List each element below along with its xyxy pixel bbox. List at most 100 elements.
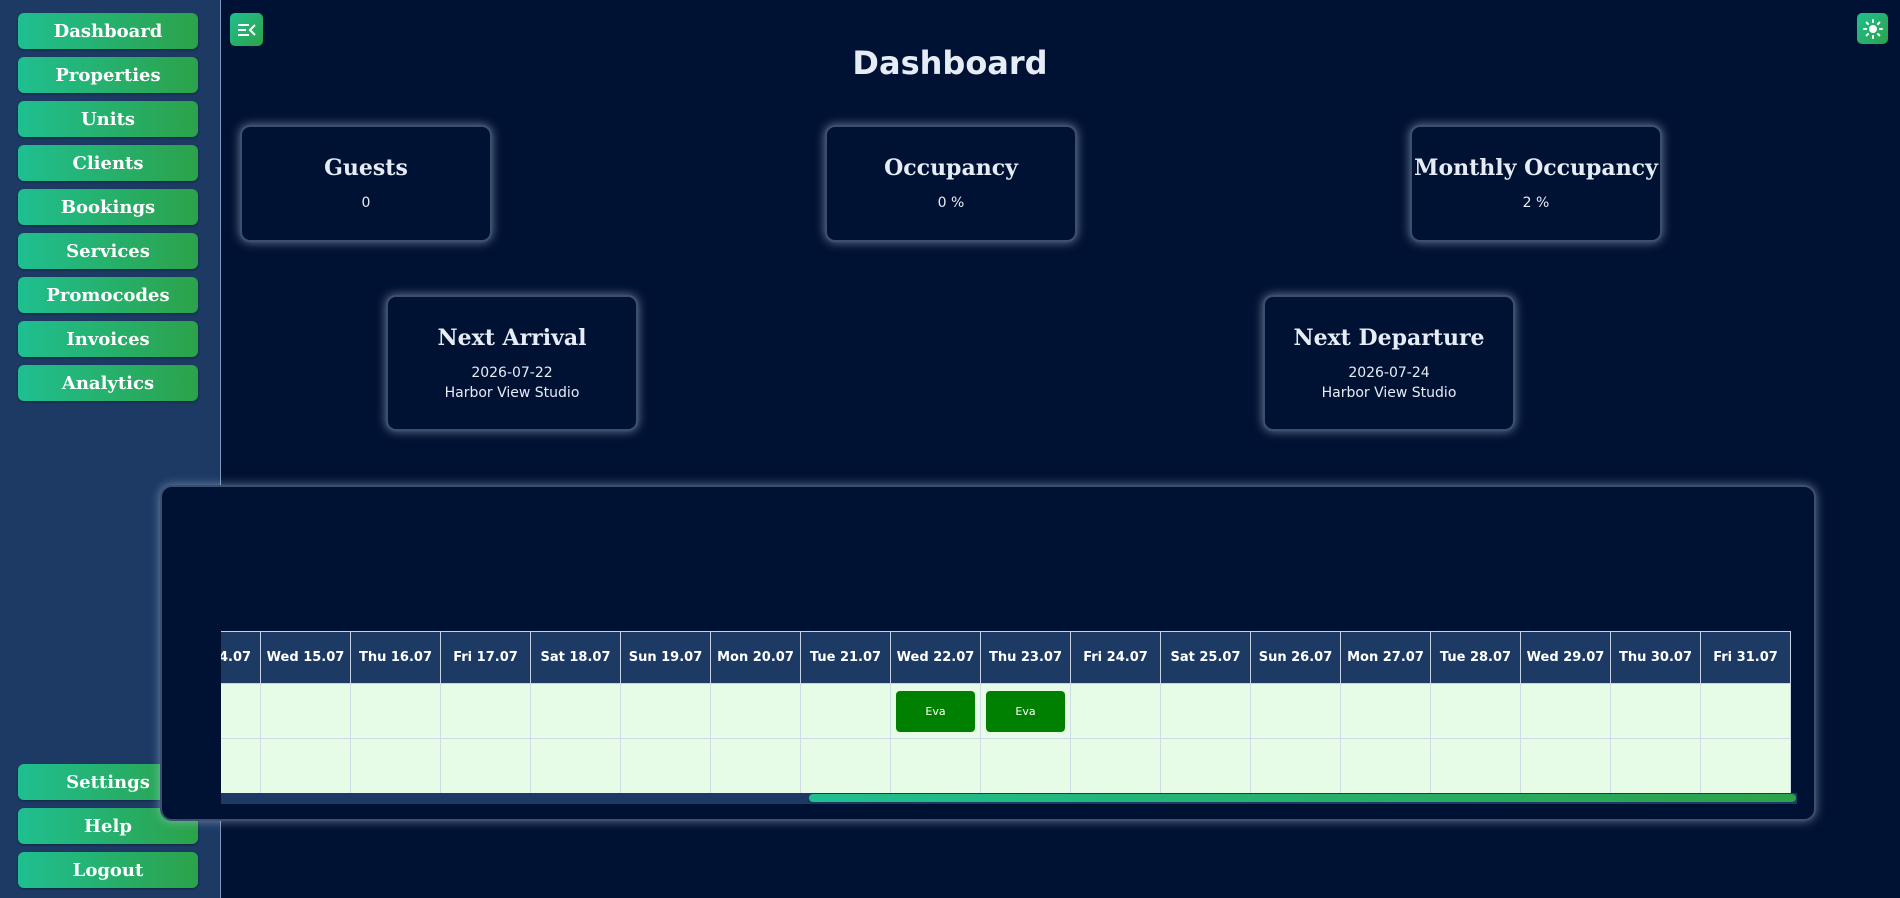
booking-block[interactable]: Eva xyxy=(896,691,975,732)
calendar-day-column: Fri 24.07 xyxy=(1071,631,1161,794)
calendar-cell[interactable]: Eva xyxy=(891,684,981,739)
next-departure-card: Next Departure 2026-07-24 Harbor View St… xyxy=(1263,295,1515,431)
sidebar-item-bookings[interactable]: Bookings xyxy=(18,189,198,225)
arrival-date: 2026-07-22 xyxy=(471,365,553,381)
calendar-cell[interactable] xyxy=(801,739,891,794)
calendar-day-header: Wed 29.07 xyxy=(1521,631,1611,684)
calendar-scrollbar[interactable] xyxy=(221,793,1797,804)
calendar-cell[interactable] xyxy=(1431,684,1521,739)
calendar-cell[interactable] xyxy=(1251,739,1341,794)
card-value: 0 xyxy=(361,195,371,211)
sidebar-item-logout[interactable]: Logout xyxy=(18,852,198,888)
sidebar-item-promocodes[interactable]: Promocodes xyxy=(18,277,198,313)
calendar-day-column: Wed 22.07 Eva xyxy=(891,631,981,794)
sun-icon xyxy=(1862,18,1883,39)
calendar-day-column: Tue 21.07 xyxy=(801,631,891,794)
calendar-cell[interactable] xyxy=(1161,684,1251,739)
calendar-cell[interactable] xyxy=(621,684,711,739)
calendar-cell[interactable] xyxy=(1161,739,1251,794)
calendar-day-header: Tue 21.07 xyxy=(801,631,891,684)
calendar-day-column: Wed 29.07 xyxy=(1521,631,1611,794)
guests-card: Guests 0 xyxy=(240,125,492,242)
card-title: Monthly Occupancy xyxy=(1414,155,1658,181)
calendar-day-header: Wed 22.07 xyxy=(891,631,981,684)
calendar-cell[interactable] xyxy=(1341,684,1431,739)
calendar-cell[interactable] xyxy=(711,684,801,739)
calendar-day-column: Sun 19.07 xyxy=(621,631,711,794)
calendar-day-header: Tue 28.07 xyxy=(1431,631,1521,684)
card-title: Next Arrival xyxy=(437,325,587,351)
calendar-day-header: Sun 19.07 xyxy=(621,631,711,684)
sidebar-item-invoices[interactable]: Invoices xyxy=(18,321,198,357)
calendar-day-header: Thu 30.07 xyxy=(1611,631,1701,684)
calendar-cell[interactable] xyxy=(621,739,711,794)
calendar-scrollbar-thumb[interactable] xyxy=(809,794,1796,802)
calendar-cell[interactable] xyxy=(441,684,531,739)
calendar-cell[interactable] xyxy=(261,684,351,739)
calendar-day-column: Sun 26.07 xyxy=(1251,631,1341,794)
calendar-cell[interactable] xyxy=(261,739,351,794)
sidebar-item-services[interactable]: Services xyxy=(18,233,198,269)
calendar-cell[interactable] xyxy=(441,739,531,794)
calendar-day-column: Mon 27.07 xyxy=(1341,631,1431,794)
sidebar-item-units[interactable]: Units xyxy=(18,101,198,137)
calendar-cell[interactable] xyxy=(1341,739,1431,794)
calendar-cell[interactable] xyxy=(1701,739,1791,794)
calendar-cell[interactable] xyxy=(1071,684,1161,739)
calendar-cell[interactable] xyxy=(1611,684,1701,739)
calendar-day-column: Sat 18.07 xyxy=(531,631,621,794)
sidebar-item-analytics[interactable]: Analytics xyxy=(18,365,198,401)
calendar-cell[interactable] xyxy=(221,739,261,794)
card-value: 0 % xyxy=(937,195,965,211)
calendar-cell[interactable] xyxy=(1071,739,1161,794)
departure-date: 2026-07-24 xyxy=(1348,365,1430,381)
sidebar-item-dashboard[interactable]: Dashboard xyxy=(18,13,198,49)
calendar-day-header: Thu 23.07 xyxy=(981,631,1071,684)
calendar-cell[interactable] xyxy=(711,739,801,794)
arrival-unit: Harbor View Studio xyxy=(444,385,580,401)
calendar-day-column: Sat 25.07 xyxy=(1161,631,1251,794)
sidebar-item-properties[interactable]: Properties xyxy=(18,57,198,93)
calendar-cell[interactable] xyxy=(1521,739,1611,794)
calendar-day-header: Sun 26.07 xyxy=(1251,631,1341,684)
card-title: Occupancy xyxy=(884,155,1018,181)
calendar-day-header: Fri 24.07 xyxy=(1071,631,1161,684)
calendar-cell[interactable] xyxy=(1611,739,1701,794)
calendar-day-column: Thu 23.07 Eva xyxy=(981,631,1071,794)
monthly-occupancy-card: Monthly Occupancy 2 % xyxy=(1410,125,1662,242)
calendar-cell[interactable] xyxy=(221,684,261,739)
calendar-cell[interactable] xyxy=(891,739,981,794)
calendar-cell[interactable] xyxy=(531,684,621,739)
calendar-cell[interactable] xyxy=(351,684,441,739)
calendar-cell[interactable] xyxy=(1431,739,1521,794)
calendar-day-header: Thu 16.07 xyxy=(351,631,441,684)
calendar-cell[interactable] xyxy=(531,739,621,794)
calendar-day-header: Mon 20.07 xyxy=(711,631,801,684)
calendar-day-column: Fri 17.07 xyxy=(441,631,531,794)
card-title: Guests xyxy=(324,155,408,181)
card-title: Next Departure xyxy=(1293,325,1485,351)
calendar-day-header: Sat 25.07 xyxy=(1161,631,1251,684)
calendar-viewport: Tue 14.07Wed 15.07Thu 16.07Fri 17.07Sat … xyxy=(221,631,1797,804)
calendar-day-header: Tue 14.07 xyxy=(221,631,261,684)
calendar-day-column: Mon 20.07 xyxy=(711,631,801,794)
calendar-day-header: Wed 15.07 xyxy=(261,631,351,684)
departure-unit: Harbor View Studio xyxy=(1321,385,1457,401)
theme-toggle-button[interactable] xyxy=(1857,13,1888,44)
sidebar-item-clients[interactable]: Clients xyxy=(18,145,198,181)
next-arrival-card: Next Arrival 2026-07-22 Harbor View Stud… xyxy=(386,295,638,431)
calendar-day-header: Fri 31.07 xyxy=(1701,631,1791,684)
calendar-cell[interactable] xyxy=(1521,684,1611,739)
calendar-cell[interactable] xyxy=(351,739,441,794)
sidebar-toggle-button[interactable] xyxy=(230,13,263,46)
occupancy-card: Occupancy 0 % xyxy=(825,125,1077,242)
calendar-day-column: Tue 28.07 xyxy=(1431,631,1521,794)
calendar-day-column: Wed 15.07 xyxy=(261,631,351,794)
calendar-grid: Tue 14.07Wed 15.07Thu 16.07Fri 17.07Sat … xyxy=(221,631,1791,794)
booking-block[interactable]: Eva xyxy=(986,691,1065,732)
calendar-cell[interactable] xyxy=(981,739,1071,794)
calendar-cell[interactable] xyxy=(1701,684,1791,739)
calendar-cell[interactable] xyxy=(1251,684,1341,739)
calendar-cell[interactable]: Eva xyxy=(981,684,1071,739)
calendar-cell[interactable] xyxy=(801,684,891,739)
